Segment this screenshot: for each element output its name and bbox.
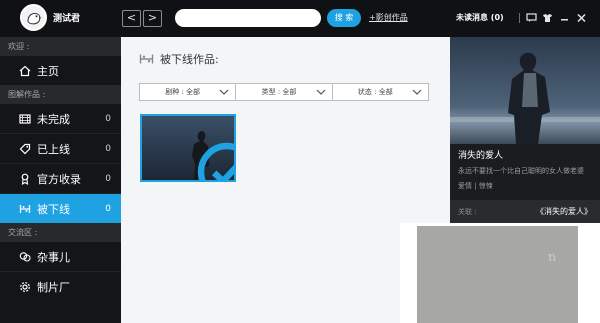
page-title: 被下线作品: [139, 51, 219, 67]
association-label: 关联 : [458, 208, 477, 216]
filter-status[interactable]: 状态 : 全部 [331, 84, 428, 100]
filter-genre[interactable]: 剧种 : 全部 [140, 84, 235, 100]
item-count: 0 [105, 113, 111, 124]
gear-icon [19, 281, 31, 293]
sidebar-item-label: 制片厂 [37, 280, 70, 294]
association-bar: 关联 : 《消失的爱人》 [450, 200, 600, 223]
section-head-community: 交流区 : [0, 223, 121, 242]
movie-tags: 爱情 | 惊悚 [458, 182, 493, 190]
watermark-text: n [548, 250, 557, 265]
sidebar-item-offline[interactable]: 被下线 0 [0, 194, 126, 223]
username: 测试君 [53, 14, 81, 24]
work-thumbnail[interactable] [140, 114, 236, 182]
item-count: 0 [105, 203, 111, 214]
bird-avatar-icon [22, 6, 45, 29]
comment-icon[interactable] [526, 13, 537, 23]
sidebar-item-home[interactable]: 主页 [0, 56, 121, 85]
movie-description: 永远不要找一个比自己聪明的女人做老婆 [458, 167, 584, 175]
filter-type[interactable]: 类型 : 全部 [235, 84, 331, 100]
section-head-works: 图解作品 : [0, 85, 121, 104]
sidebar-item-unfinished[interactable]: 未完成 0 [0, 104, 121, 133]
chevron-down-icon [412, 89, 422, 95]
sidebar-item-label: 未完成 [37, 112, 70, 126]
sidebar-item-online[interactable]: 已上线 0 [0, 134, 121, 163]
sidebar-item-label: 主页 [37, 64, 59, 78]
forward-button[interactable]: > [143, 10, 162, 27]
divider [519, 13, 520, 23]
unread-messages[interactable]: 未读消息 (0) [456, 12, 504, 23]
search-button[interactable]: 搜 索 [327, 9, 361, 27]
movie-title: 消失的爱人 [458, 151, 504, 161]
page-title-text: 被下线作品: [160, 53, 219, 66]
poster-image[interactable] [450, 37, 600, 144]
sidebar-item-label: 杂事儿 [37, 250, 70, 264]
chevron-down-icon [316, 89, 326, 95]
medal-icon [19, 173, 31, 185]
close-icon[interactable] [576, 13, 587, 23]
film-icon [19, 113, 31, 125]
app-window: 测试君 < > 搜 索 +影创作品 未读消息 (0) 欢迎 : 主页 图解作品 … [0, 0, 600, 323]
offline-icon [19, 203, 31, 215]
sidebar-item-misc[interactable]: 杂事儿 [0, 242, 121, 271]
filter-bar: 剧种 : 全部 类型 : 全部 状态 : 全部 [139, 83, 429, 101]
chat-icon [19, 251, 31, 263]
home-icon [19, 65, 31, 77]
tag-icon [19, 143, 31, 155]
item-count: 0 [105, 173, 111, 184]
top-bar: 测试君 < > 搜 索 +影创作品 未读消息 (0) [0, 0, 600, 37]
shirt-icon[interactable] [542, 13, 553, 23]
section-head-welcome: 欢迎 : [0, 37, 121, 56]
back-button[interactable]: < [122, 10, 141, 27]
sidebar-item-studio[interactable]: 制片厂 [0, 272, 121, 301]
sidebar-item-label: 官方收录 [37, 172, 81, 186]
sidebar-item-label: 被下线 [37, 202, 70, 216]
detail-panel: 消失的爱人 永远不要找一个比自己聪明的女人做老婆 爱情 | 惊悚 关联 : 《消… [450, 37, 600, 223]
search-input[interactable] [175, 9, 321, 27]
filter-label: 剧种 : 全部 [165, 88, 201, 96]
avatar[interactable] [20, 4, 47, 31]
watermark-box [417, 226, 578, 323]
selected-check-icon [197, 142, 234, 180]
association-link[interactable]: 《消失的爱人》 [536, 206, 592, 217]
offline-icon [139, 54, 154, 64]
sidebar: 欢迎 : 主页 图解作品 : 未完成 0 已上线 0 官方收录 0 被下线 0 … [0, 37, 126, 323]
create-work-link[interactable]: +影创作品 [369, 12, 408, 23]
item-count: 0 [105, 143, 111, 154]
filter-label: 状态 : 全部 [357, 88, 393, 96]
chevron-down-icon [219, 89, 229, 95]
minimize-icon[interactable] [559, 13, 570, 23]
filter-label: 类型 : 全部 [261, 88, 297, 96]
sidebar-item-official[interactable]: 官方收录 0 [0, 164, 121, 193]
sidebar-item-label: 已上线 [37, 142, 70, 156]
